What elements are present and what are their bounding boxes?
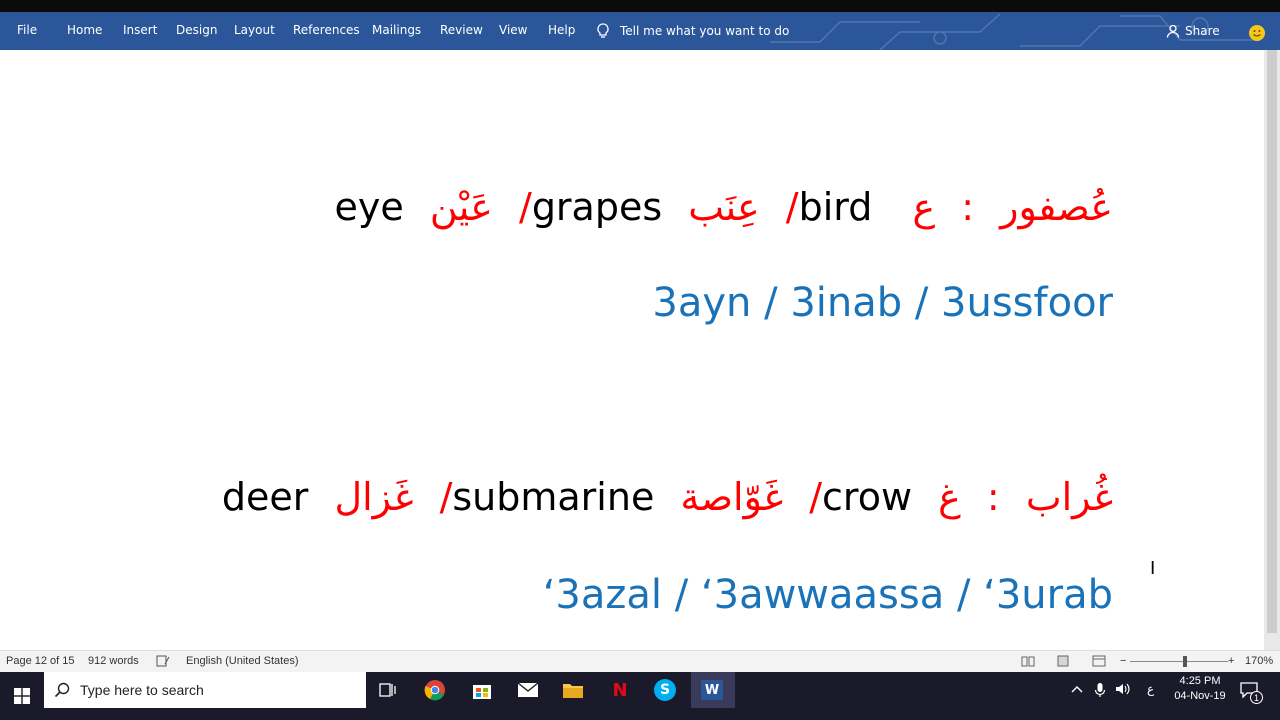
store-bag-glyph <box>473 685 491 699</box>
letter2-vocab-line: deer غَزال /submarine غَوّاصة /crow غُرا… <box>222 475 1113 519</box>
search-icon <box>54 682 70 698</box>
system-clock[interactable]: 4:25 PM 04-Nov-19 <box>1170 674 1230 704</box>
letter2-separator1: / <box>809 475 823 519</box>
document-page[interactable]: eye عَيْن /grapes عِنَب /bird عُصفور : ع… <box>0 50 1264 650</box>
letter1-arabic-letter: ع <box>912 185 936 229</box>
ribbon-tab-bar: File Home Insert Design Layout Reference… <box>0 12 1280 50</box>
tab-layout[interactable]: Layout <box>234 23 275 37</box>
show-hidden-icons-chevron-icon[interactable] <box>1071 684 1083 694</box>
letter2-arabic-word3: غَزال <box>334 475 414 519</box>
windows-taskbar: Type here to search N S W ع 4:25 PM 04-N… <box>0 672 1280 720</box>
envelope-glyph <box>517 682 539 697</box>
tell-me-box[interactable]: Tell me what you want to do <box>596 21 789 41</box>
tab-design[interactable]: Design <box>176 23 217 37</box>
letter1-english3: eye <box>334 185 404 229</box>
windows-logo-icon <box>14 688 30 704</box>
store-icon[interactable] <box>468 676 496 704</box>
task-view-icon[interactable] <box>374 676 402 704</box>
clock-time: 4:25 PM <box>1179 675 1221 687</box>
letter2-arabic-letter: غ <box>938 475 961 519</box>
zoom-slider[interactable] <box>1130 661 1228 662</box>
letter2-separator2: / <box>439 475 453 519</box>
window-top-strip <box>0 0 1280 12</box>
page-counter[interactable]: Page 12 of 15 <box>6 655 75 667</box>
skype-logo: S <box>654 679 676 701</box>
lightbulb-icon <box>597 23 609 38</box>
letter2-arabic-word1: غُراب <box>1025 475 1113 519</box>
letter1-arabic-word2: عِنَب <box>688 185 760 229</box>
task-view-glyph <box>379 683 396 697</box>
input-language-indicator[interactable]: ع <box>1147 682 1154 696</box>
action-center-icon[interactable]: 1 <box>1240 682 1264 704</box>
file-explorer-icon[interactable] <box>559 676 587 704</box>
zoom-out-button[interactable]: − <box>1120 655 1126 667</box>
vertical-scrollbar[interactable] <box>1264 50 1280 650</box>
letter1-english1: bird <box>798 185 873 229</box>
tab-mailings[interactable]: Mailings <box>372 23 421 37</box>
smiley-face-icon <box>1253 30 1261 37</box>
zoom-level[interactable]: 170% <box>1245 655 1273 667</box>
smiley-feedback-icon[interactable] <box>1249 25 1265 41</box>
taskbar-search-box[interactable]: Type here to search <box>44 672 366 708</box>
skype-icon[interactable]: S <box>651 676 679 704</box>
letter2-transliteration: ‘3azal / ‘3awwaassa / ‘3urab <box>542 572 1113 618</box>
letter1-colon: : <box>961 185 975 229</box>
person-icon <box>1166 24 1180 38</box>
letter2-english2: submarine <box>452 475 655 519</box>
folder-glyph <box>563 684 583 698</box>
letter1-english2: grapes <box>531 185 663 229</box>
read-mode-icon[interactable] <box>1021 655 1035 667</box>
tab-file[interactable]: File <box>17 23 37 37</box>
letter2-arabic-word2: غَوّاصة <box>680 475 784 519</box>
letter1-vocab-line: eye عَيْن /grapes عِنَب /bird عُصفور : ع <box>334 185 1113 229</box>
letter1-separator2: / <box>519 185 532 229</box>
tab-insert[interactable]: Insert <box>123 23 157 37</box>
letter2-english1: crow <box>822 475 913 519</box>
proofing-icon[interactable] <box>156 655 170 667</box>
letter1-separator1: / <box>785 185 799 229</box>
text-cursor-icon: I <box>1150 558 1156 579</box>
word-count[interactable]: 912 words <box>88 655 139 667</box>
zoom-in-button[interactable]: + <box>1228 655 1234 667</box>
tell-me-label: Tell me what you want to do <box>620 24 790 38</box>
search-placeholder: Type here to search <box>80 682 204 698</box>
letter2-english3: deer <box>221 475 309 519</box>
start-button[interactable] <box>0 672 44 720</box>
word-icon[interactable]: W <box>698 676 726 704</box>
word-logo: W <box>701 680 723 700</box>
microphone-icon[interactable] <box>1094 682 1106 698</box>
letter1-transliteration: 3ayn / 3inab / 3ussfoor <box>652 280 1113 326</box>
netflix-icon[interactable]: N <box>606 676 634 704</box>
share-button[interactable]: Share <box>1166 21 1220 41</box>
clock-date: 04-Nov-19 <box>1174 690 1226 702</box>
zoom-slider-thumb[interactable] <box>1183 656 1187 667</box>
status-bar: Page 12 of 15 912 words English (United … <box>0 650 1280 672</box>
web-layout-icon[interactable] <box>1092 655 1106 667</box>
print-layout-icon[interactable] <box>1056 655 1070 667</box>
tab-home[interactable]: Home <box>67 23 102 37</box>
language-indicator[interactable]: English (United States) <box>186 655 299 667</box>
chrome-icon[interactable] <box>421 676 449 704</box>
letter2-colon: : <box>986 475 1000 519</box>
tab-references[interactable]: References <box>293 23 360 37</box>
tab-help[interactable]: Help <box>548 23 575 37</box>
letter1-arabic-word3: عَيْن <box>429 185 493 229</box>
chrome-logo <box>424 680 445 701</box>
letter1-arabic-word1: عُصفور <box>1000 185 1113 229</box>
scrollbar-thumb[interactable] <box>1267 50 1277 633</box>
tab-view[interactable]: View <box>499 23 527 37</box>
notification-count-badge: 1 <box>1250 691 1263 704</box>
volume-icon[interactable] <box>1115 682 1131 696</box>
share-label: Share <box>1185 24 1220 38</box>
mail-icon[interactable] <box>514 676 542 704</box>
tab-review[interactable]: Review <box>440 23 483 37</box>
